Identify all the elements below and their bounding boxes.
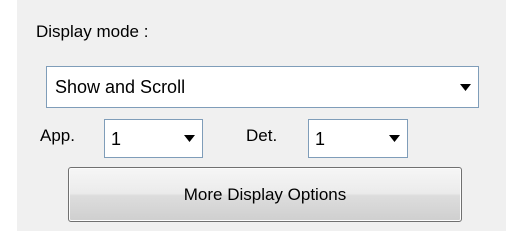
chevron-down-icon[interactable] bbox=[456, 70, 475, 104]
display-mode-select[interactable]: Show and Scroll bbox=[46, 66, 479, 108]
app-selected-value: 1 bbox=[111, 128, 122, 149]
display-mode-label: Display mode : bbox=[36, 22, 149, 41]
app-select[interactable]: 1 bbox=[104, 119, 203, 158]
chevron-down-icon[interactable] bbox=[385, 123, 404, 154]
display-mode-selected-value: Show and Scroll bbox=[55, 77, 186, 97]
det-selected-value: 1 bbox=[315, 128, 326, 149]
app-label: App. bbox=[40, 126, 75, 145]
det-label: Det. bbox=[246, 126, 278, 145]
more-display-options-button[interactable]: More Display Options bbox=[68, 167, 462, 222]
chevron-down-icon[interactable] bbox=[180, 123, 199, 154]
det-select[interactable]: 1 bbox=[308, 119, 408, 158]
